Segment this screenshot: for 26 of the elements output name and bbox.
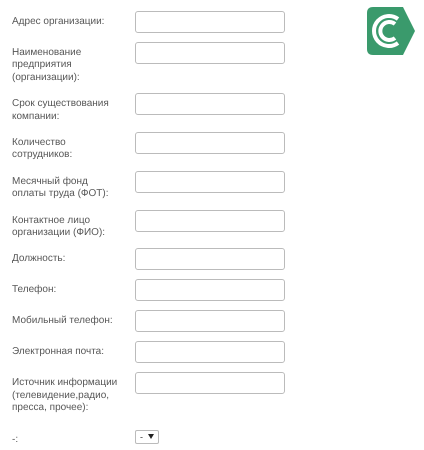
- field-label: Срок существования компании:: [12, 97, 110, 124]
- input-field[interactable]: [135, 93, 285, 116]
- input-field[interactable]: [135, 42, 285, 64]
- field-label: Источник информации (телевидение,радио, пресса, прочее):: [12, 376, 118, 415]
- input-field[interactable]: [135, 248, 285, 270]
- dropdown[interactable]: -: [135, 430, 159, 444]
- input-field[interactable]: [135, 372, 285, 394]
- field-label: Контактное лицо организации (ФИО):: [12, 214, 106, 240]
- input-field[interactable]: [135, 341, 285, 364]
- field-label: -:: [12, 432, 20, 446]
- input-field[interactable]: [135, 279, 285, 302]
- logo-icon: [365, 5, 417, 57]
- field-label: Наименование предприятия (организации):: [12, 46, 82, 84]
- input-field[interactable]: [135, 210, 285, 232]
- field-label: Месячный фонд оплаты труда (ФОТ):: [12, 174, 110, 201]
- input-field[interactable]: [135, 310, 285, 332]
- field-label: Телефон:: [12, 283, 58, 297]
- field-label: Мобильный телефон:: [12, 314, 114, 328]
- field-label: Количество сотрудников:: [12, 136, 74, 162]
- input-field[interactable]: [135, 170, 285, 193]
- input-field[interactable]: [135, 11, 285, 33]
- field-label: Электронная почта:: [12, 345, 106, 359]
- input-field[interactable]: [135, 132, 285, 154]
- caret-icon: [148, 434, 154, 440]
- field-label: Адрес организации:: [12, 15, 106, 28]
- field-label: Должность:: [12, 252, 66, 266]
